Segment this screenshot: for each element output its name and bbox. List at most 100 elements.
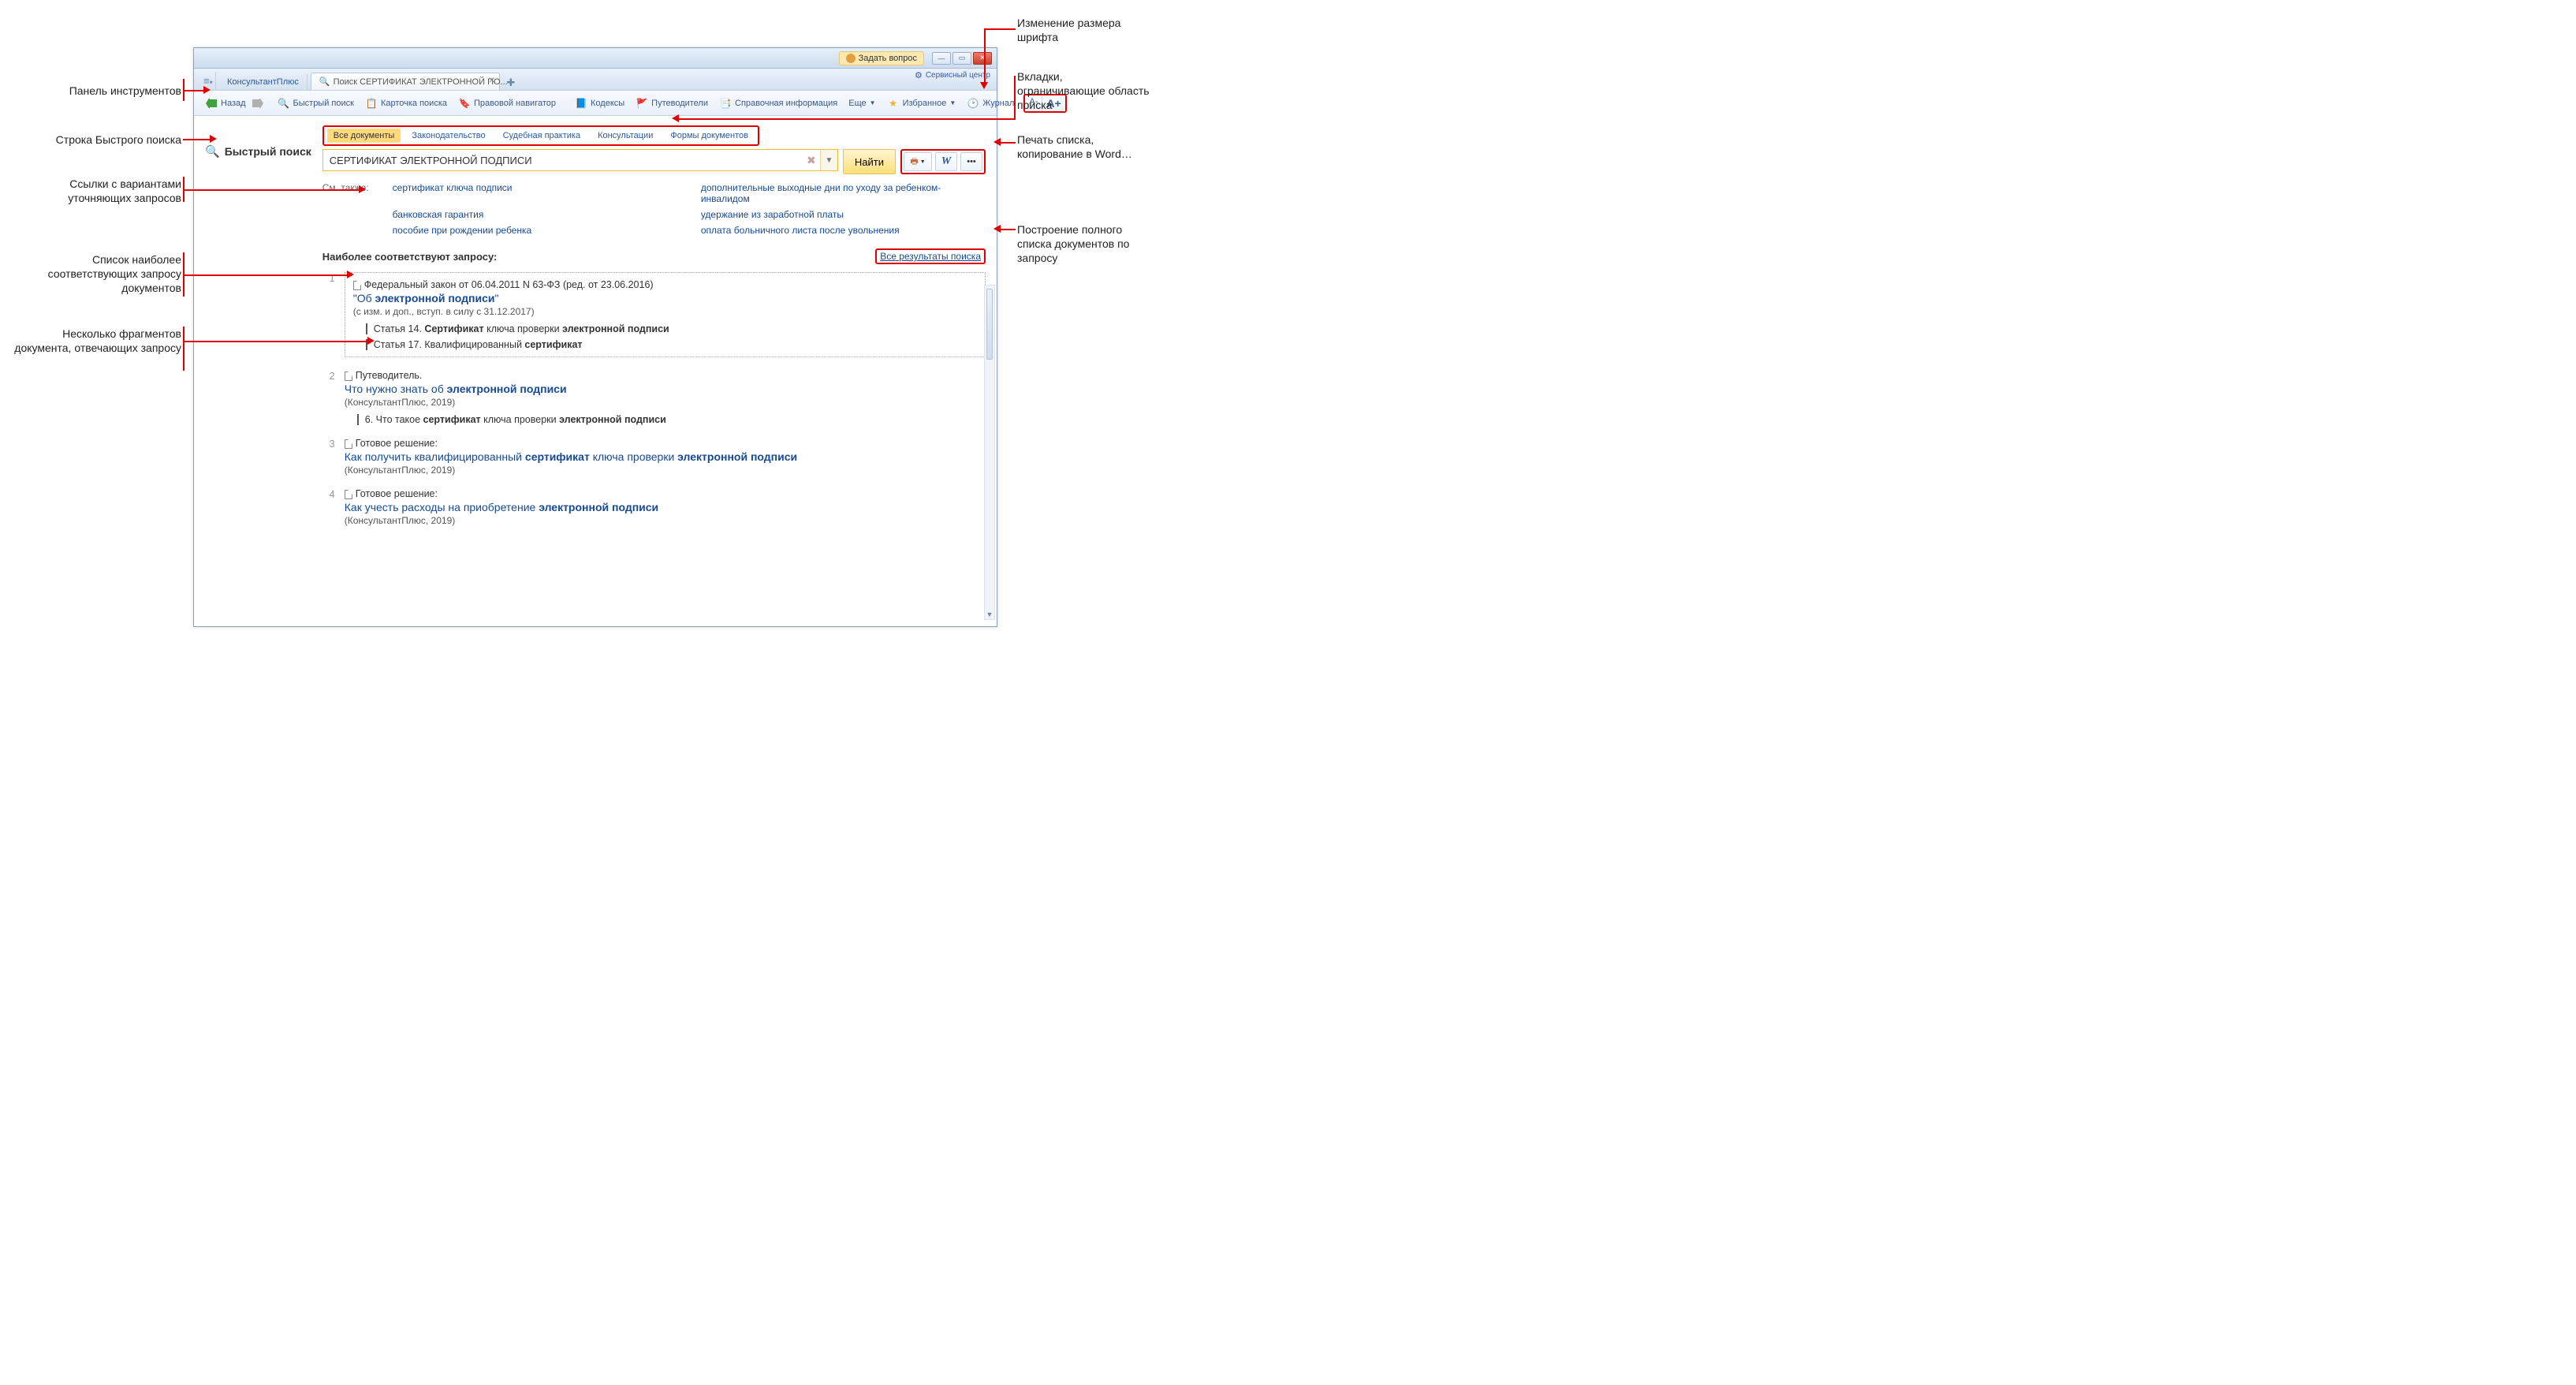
result-item: 2 Путеводитель. Что нужно знать об электро… (322, 370, 986, 425)
scope-tab-court[interactable]: Судебная практика (497, 129, 587, 143)
more-icon: ••• (967, 157, 976, 166)
document-icon (345, 439, 352, 449)
more-label: Еще (848, 99, 866, 108)
result-body: Готовое решение:Как получить квалифициро… (345, 438, 986, 476)
search-icon: 🔍 (205, 144, 220, 159)
guides-label: Путеводители (651, 99, 708, 108)
main-area: 🔍 Быстрый поиск Все документы Законодате… (194, 116, 997, 536)
quick-search-label: Быстрый поиск (293, 99, 354, 108)
results-header-label: Наиболее соответствуют запросу: (322, 251, 498, 263)
info-icon: 📑 (719, 97, 732, 110)
minimize-button[interactable]: — (932, 52, 951, 65)
result-subtitle: (КонсультантПлюс, 2019) (345, 465, 986, 476)
back-button[interactable]: Назад (200, 95, 251, 112)
see-also-link[interactable]: пособие при рождении ребенка (393, 225, 677, 236)
result-tools: 🖶 ▼ W ••• (900, 149, 986, 174)
reference-tool[interactable]: 📑 Справочная информация (714, 95, 842, 112)
annotation-text: Список наиболее соответствующих запросу … (48, 253, 181, 294)
legal-navigator-tool[interactable]: 🔖 Правовой навигатор (453, 95, 561, 112)
forward-button[interactable] (252, 97, 263, 110)
annotation-text: Построение полного списка документов по … (1017, 223, 1129, 264)
result-meta: Готовое решение: (345, 488, 986, 499)
codes-tool[interactable]: 📘 Кодексы (570, 95, 629, 112)
result-meta: Федеральный закон от 06.04.2011 N 63-ФЗ … (353, 279, 977, 290)
document-icon (353, 281, 361, 290)
see-also-link[interactable]: банковская гарантия (393, 209, 677, 220)
see-also-link[interactable]: дополнительные выходные дни по уходу за … (701, 182, 986, 204)
result-fragment[interactable]: 6. Что такое сертификат ключа проверки э… (357, 414, 986, 425)
search-icon: 🔍 (319, 77, 330, 87)
annotation: Несколько фрагментов документа, отвечающ… (8, 327, 181, 355)
ask-question-button[interactable]: Задать вопрос (839, 51, 924, 65)
book-icon: 📘 (575, 97, 587, 110)
result-title[interactable]: Как получить квалифицированный сертифика… (345, 450, 986, 463)
title-bar: Задать вопрос — ▭ ✕ (194, 48, 997, 69)
print-button[interactable]: 🖶 ▼ (904, 152, 932, 171)
result-meta: Путеводитель. (345, 370, 986, 381)
all-results-link[interactable]: Все результаты поиска (875, 248, 986, 264)
clear-search-icon[interactable]: ✖ (803, 150, 820, 170)
favorites-tool[interactable]: ★ Избранное ▼ (882, 95, 961, 112)
result-title[interactable]: "Об электронной подписи" (353, 292, 977, 304)
document-icon (345, 490, 352, 499)
annotation: Список наиболее соответствующих запросу … (16, 252, 181, 296)
signpost-icon: 🚩 (636, 97, 648, 110)
annotation: Вкладки, ограничивающие область поиска (1017, 69, 1151, 113)
active-tab[interactable]: 🔍 Поиск СЕРТИФИКАТ ЭЛЕКТРОННОЙ ПО... ✕ (311, 73, 500, 90)
result-number: 2 (322, 370, 335, 425)
quick-search-title: 🔍 Быстрый поиск (205, 144, 311, 159)
annotation-text: Вкладки, ограничивающие область поиска (1017, 70, 1150, 111)
gear-icon: ⚙ (915, 70, 923, 80)
service-center-label: Сервисный центр (926, 71, 990, 80)
printer-icon: 🖶 (910, 155, 918, 170)
search-input[interactable] (323, 150, 803, 170)
see-also-link[interactable]: оплата больничного листа после увольнени… (701, 225, 986, 236)
search-history-dropdown[interactable]: ▼ (820, 150, 837, 170)
scroll-down-icon[interactable]: ▼ (986, 609, 993, 620)
annotation: Построение полного списка документов по … (1017, 222, 1159, 266)
arrow-left-icon (205, 97, 218, 110)
close-tab-icon[interactable]: ✕ (488, 77, 494, 85)
card-search-tool[interactable]: 📋 Карточка поиска (360, 95, 452, 112)
guides-tool[interactable]: 🚩 Путеводители (631, 95, 713, 112)
compass-icon: 🔖 (458, 97, 471, 110)
chevron-down-icon: ▼ (949, 99, 956, 106)
more-tool[interactable]: Еще ▼ (844, 96, 880, 110)
result-subtitle: (с изм. и доп., вступ. в силу с 31.12.20… (353, 306, 977, 317)
result-fragment[interactable]: Статья 14. Сертификат ключа проверки эле… (366, 323, 977, 334)
quick-search-tool[interactable]: 🔍 Быстрый поиск (273, 95, 359, 112)
annotation: Печать списка, копирование в Word… (1017, 133, 1151, 161)
see-also-link[interactable]: удержание из заработной платы (701, 209, 986, 220)
result-item: 4Готовое решение:Как учесть расходы на п… (322, 488, 986, 526)
service-center-link[interactable]: ⚙ Сервисный центр (915, 70, 990, 80)
close-button[interactable]: ✕ (973, 52, 992, 65)
tab-row: ≡▾ КонсультантПлюс 🔍 Поиск СЕРТИФИКАТ ЭЛ… (194, 69, 997, 91)
annotation: Панель инструментов (16, 84, 181, 98)
annotation: Ссылки с вариантами уточняющих запросов (16, 177, 181, 205)
window-controls: — ▭ ✕ (932, 52, 992, 65)
journal-label: Журнал (982, 99, 1014, 108)
result-title[interactable]: Как учесть расходы на приобретение элект… (345, 501, 986, 513)
more-actions-button[interactable]: ••• (960, 152, 982, 171)
scope-tab-forms[interactable]: Формы документов (664, 129, 755, 143)
vertical-scrollbar[interactable]: ▲ ▼ (984, 285, 995, 620)
journal-tool[interactable]: 🕑 Журнал (962, 95, 1019, 112)
scope-tab-all[interactable]: Все документы (327, 129, 401, 143)
scope-tab-consult[interactable]: Консультации (591, 129, 659, 143)
scroll-thumb[interactable] (986, 289, 993, 360)
home-tab[interactable]: КонсультантПлюс (219, 74, 308, 90)
reference-label: Справочная информация (735, 99, 837, 108)
result-fragment[interactable]: Статья 17. Квалифицированный сертификат (366, 339, 977, 350)
result-subtitle: (КонсультантПлюс, 2019) (345, 515, 986, 526)
scope-tab-law[interactable]: Законодательство (405, 129, 491, 143)
see-also-link[interactable]: сертификат ключа подписи (393, 182, 677, 204)
chevron-down-icon: ▼ (920, 159, 926, 165)
find-button[interactable]: Найти (843, 149, 896, 174)
annotation-text: Строка Быстрого поиска (56, 133, 181, 146)
result-item: 1Федеральный закон от 06.04.2011 N 63-ФЗ… (322, 272, 986, 357)
back-label: Назад (221, 99, 246, 108)
result-title[interactable]: Что нужно знать об электронной подписи (345, 383, 986, 395)
clock-icon: 🕑 (967, 97, 979, 110)
maximize-button[interactable]: ▭ (952, 52, 971, 65)
export-word-button[interactable]: W (935, 152, 957, 171)
